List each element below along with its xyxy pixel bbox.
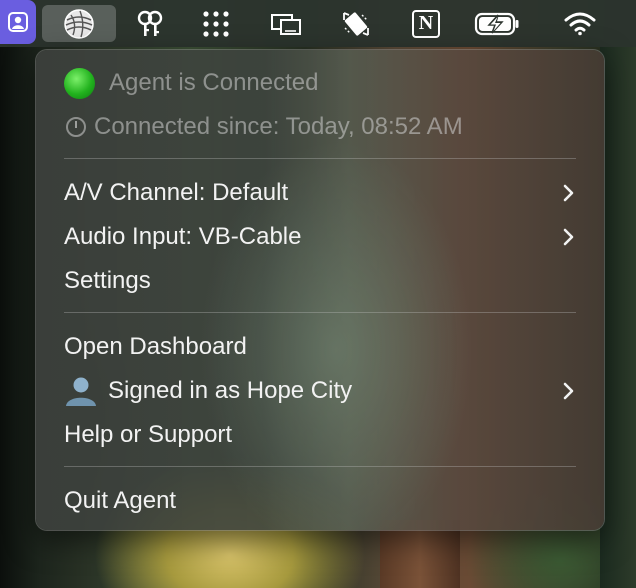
settings-item[interactable]: Settings	[64, 261, 576, 301]
menu-separator	[64, 466, 576, 467]
connection-status-item: Agent is Connected	[64, 63, 576, 103]
user-silhouette-icon	[64, 375, 98, 407]
agent-globe-icon[interactable]	[42, 5, 116, 42]
notion-icon[interactable]: N	[406, 5, 446, 42]
dots-grid-icon[interactable]	[196, 5, 236, 42]
wallpaper-tree	[380, 520, 460, 588]
chevron-right-icon	[562, 173, 576, 213]
connection-status-label: Agent is Connected	[109, 69, 319, 96]
audio-input-item[interactable]: Audio Input: VB-Cable	[64, 217, 576, 257]
wallpaper-tree	[600, 40, 636, 588]
notion-letter: N	[412, 9, 440, 38]
menu-bar: N	[0, 0, 636, 47]
quit-agent-label: Quit Agent	[64, 487, 177, 514]
keys-icon[interactable]	[130, 5, 170, 42]
open-dashboard-item[interactable]: Open Dashboard	[64, 327, 576, 367]
audio-input-label: Audio Input: VB-Cable	[64, 223, 302, 250]
connected-since-item: Connected since: Today, 08:52 AM	[64, 107, 576, 147]
av-channel-item[interactable]: A/V Channel: Default	[64, 173, 576, 213]
signed-in-item[interactable]: Signed in as Hope City	[64, 371, 576, 411]
help-support-label: Help or Support	[64, 421, 233, 448]
help-support-item[interactable]: Help or Support	[64, 415, 576, 455]
connected-status-icon	[64, 67, 95, 99]
signed-in-label: Signed in as Hope City	[108, 377, 353, 404]
battery-charging-icon[interactable]	[470, 5, 526, 42]
wifi-icon[interactable]	[560, 5, 600, 42]
menu-separator	[64, 312, 576, 313]
contacts-icon[interactable]	[0, 0, 36, 44]
menu-separator	[64, 158, 576, 159]
connected-since-label: Connected since: Today, 08:52 AM	[94, 113, 463, 140]
open-dashboard-label: Open Dashboard	[64, 333, 247, 360]
clock-icon	[66, 117, 86, 137]
av-channel-label: A/V Channel: Default	[64, 179, 289, 206]
quit-agent-item[interactable]: Quit Agent	[64, 481, 576, 521]
chevron-right-icon	[562, 217, 576, 257]
rotate-icon[interactable]	[336, 5, 376, 42]
wallpaper-tree	[0, 40, 38, 588]
agent-status-menu: Agent is Connected Connected since: Toda…	[36, 50, 604, 530]
chevron-right-icon	[562, 371, 576, 411]
display-mirror-icon[interactable]	[266, 5, 306, 42]
settings-label: Settings	[64, 267, 151, 294]
